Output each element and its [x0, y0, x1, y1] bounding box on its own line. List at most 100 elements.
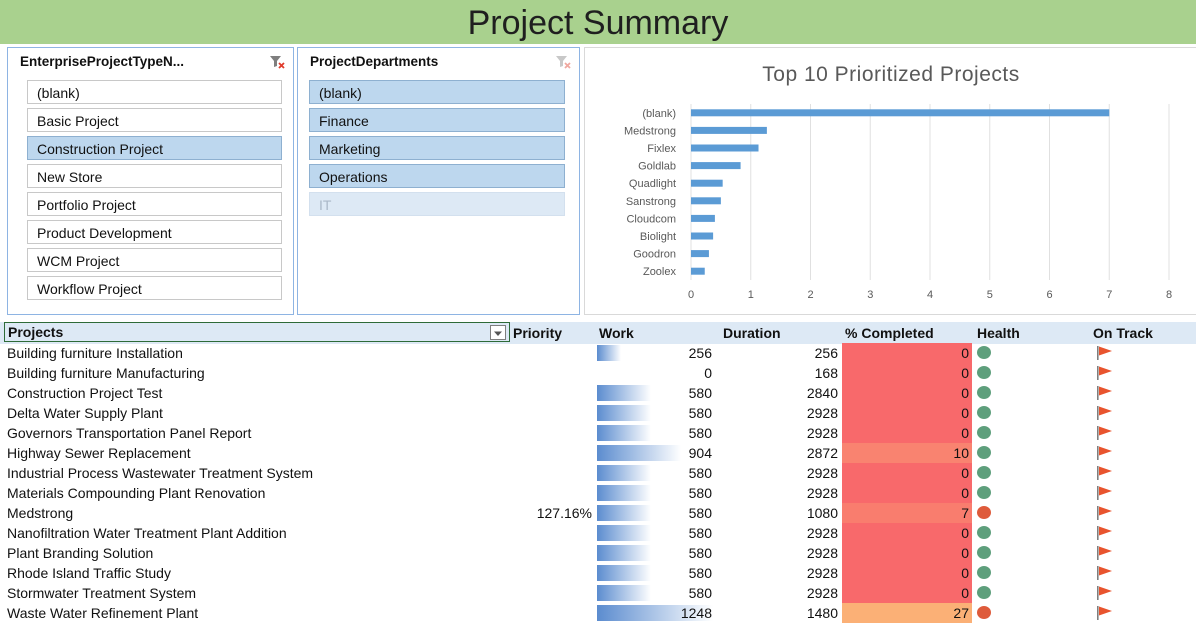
health-green-icon: [976, 545, 992, 560]
priority-cell: [500, 443, 592, 463]
y-category-label: Cloudcom: [626, 213, 676, 225]
x-tick-label: 4: [927, 289, 933, 301]
x-tick-label: 2: [807, 289, 813, 301]
work-cell: 904: [688, 445, 712, 461]
chart-bar: [691, 126, 767, 134]
chart-bar: [691, 250, 709, 258]
table-row[interactable]: Waste Water Refinement Plant 1248 1480 27: [0, 603, 1196, 623]
slicer-header: ProjectDepartments: [310, 54, 439, 69]
slicer-item[interactable]: (blank): [27, 80, 282, 104]
priority-cell: [500, 383, 592, 403]
x-tick-label: 5: [987, 289, 993, 301]
slicer-project-departments: ProjectDepartments (blank) Finance Marketi…: [297, 47, 580, 315]
slicer-item[interactable]: Operations: [309, 164, 565, 188]
work-cell: 580: [688, 385, 712, 401]
page-title: Project Summary: [467, 4, 729, 42]
table-row[interactable]: Delta Water Supply Plant 580 2928 0: [0, 403, 1196, 423]
slicer-item[interactable]: Basic Project: [27, 108, 282, 132]
project-name: Medstrong: [7, 505, 74, 521]
on-track-header: On Track: [1093, 325, 1153, 341]
duration-cell: 2928: [806, 525, 838, 541]
chart-bar: [691, 109, 1110, 117]
work-cell: 580: [688, 585, 712, 601]
table-row[interactable]: Nanofiltration Water Treatment Plant Add…: [0, 523, 1196, 543]
table-row[interactable]: Governors Transportation Panel Report 580…: [0, 423, 1196, 443]
chart-bar: [691, 232, 714, 240]
clear-filter-icon[interactable]: [269, 55, 285, 74]
project-name: Stormwater Treatment System: [7, 585, 197, 601]
project-name: Building furniture Manufacturing: [7, 365, 205, 381]
slicer-item[interactable]: New Store: [27, 164, 282, 188]
work-cell: 580: [688, 405, 712, 421]
work-cell: 580: [688, 425, 712, 441]
table-row[interactable]: Industrial Process Wastewater Treatment …: [0, 463, 1196, 483]
chart-bar: [691, 197, 721, 205]
completed-cell: 27: [953, 605, 969, 621]
table-row[interactable]: Medstrong 127.16% 580 1080 7: [0, 503, 1196, 523]
health-green-icon: [976, 525, 992, 540]
x-tick-label: 7: [1106, 289, 1112, 301]
duration-cell: 2928: [806, 465, 838, 481]
priority-header: Priority: [513, 325, 563, 341]
health-header: Health: [977, 325, 1020, 341]
chart-bar: [691, 179, 723, 187]
completed-header: % Completed: [845, 325, 934, 341]
completed-cell: 0: [961, 525, 969, 541]
priority-cell: 127.16%: [536, 505, 592, 521]
slicer-item[interactable]: Product Development: [27, 220, 282, 244]
slicer-item[interactable]: Marketing: [309, 136, 565, 160]
table-row[interactable]: Plant Branding Solution 580 2928 0: [0, 543, 1196, 563]
slicer-item[interactable]: (blank): [309, 80, 565, 104]
title-banner: Project Summary: [0, 0, 1196, 44]
priority-cell: [500, 463, 592, 483]
work-cell: 580: [688, 505, 712, 521]
duration-cell: 2872: [806, 445, 838, 461]
clear-filter-icon[interactable]: [555, 55, 571, 74]
completed-cell: 0: [961, 385, 969, 401]
health-green-icon: [976, 465, 992, 480]
chart-title: Top 10 Prioritized Projects: [762, 63, 1019, 86]
slicer-item[interactable]: WCM Project: [27, 248, 282, 272]
slicer-item[interactable]: IT: [309, 192, 565, 216]
health-green-icon: [976, 365, 992, 380]
x-tick-label: 3: [867, 289, 873, 301]
slicer-item[interactable]: Workflow Project: [27, 276, 282, 300]
table-header: Projects Priority Work Duration % Comple…: [0, 322, 1196, 344]
project-name: Industrial Process Wastewater Treatment …: [7, 465, 314, 481]
slicer-item[interactable]: Portfolio Project: [27, 192, 282, 216]
x-tick-label: 8: [1166, 289, 1172, 301]
priority-cell: [500, 363, 592, 383]
y-category-label: Goldlab: [638, 161, 676, 173]
priority-cell: [500, 403, 592, 423]
y-category-label: Biolight: [640, 231, 676, 243]
priority-cell: [500, 343, 592, 363]
completed-cell: 0: [961, 345, 969, 361]
work-cell: 580: [688, 565, 712, 581]
health-red-icon: [976, 505, 992, 520]
table-row[interactable]: Materials Compounding Plant Renovation 58…: [0, 483, 1196, 503]
table-row[interactable]: Building furniture Manufacturing 0 168 0: [0, 363, 1196, 383]
work-cell: 0: [704, 365, 712, 381]
table-row[interactable]: Rhode Island Traffic Study 580 2928 0: [0, 563, 1196, 583]
table-row[interactable]: Stormwater Treatment System 580 2928 0: [0, 583, 1196, 603]
project-name: Delta Water Supply Plant: [7, 405, 163, 421]
chart-bar: [691, 144, 759, 152]
dropdown-filter-icon[interactable]: [490, 325, 506, 340]
completed-cell: 0: [961, 405, 969, 421]
priority-cell: [500, 423, 592, 443]
table-row[interactable]: Building furniture Installation 256 256 0: [0, 343, 1196, 363]
slicer-item[interactable]: Finance: [309, 108, 565, 132]
completed-cell: 0: [961, 425, 969, 441]
table-row[interactable]: Construction Project Test 580 2840 0: [0, 383, 1196, 403]
x-tick-label: 6: [1046, 289, 1052, 301]
y-category-label: Sanstrong: [626, 196, 676, 208]
priority-cell: [500, 523, 592, 543]
priority-cell: [500, 563, 592, 583]
table-row[interactable]: Highway Sewer Replacement 904 2872 10: [0, 443, 1196, 463]
slicer-item[interactable]: Construction Project: [27, 136, 282, 160]
health-green-icon: [976, 385, 992, 400]
project-name: Highway Sewer Replacement: [7, 445, 191, 461]
duration-header: Duration: [723, 325, 781, 341]
flag-icon: [1096, 605, 1114, 626]
health-green-icon: [976, 405, 992, 420]
